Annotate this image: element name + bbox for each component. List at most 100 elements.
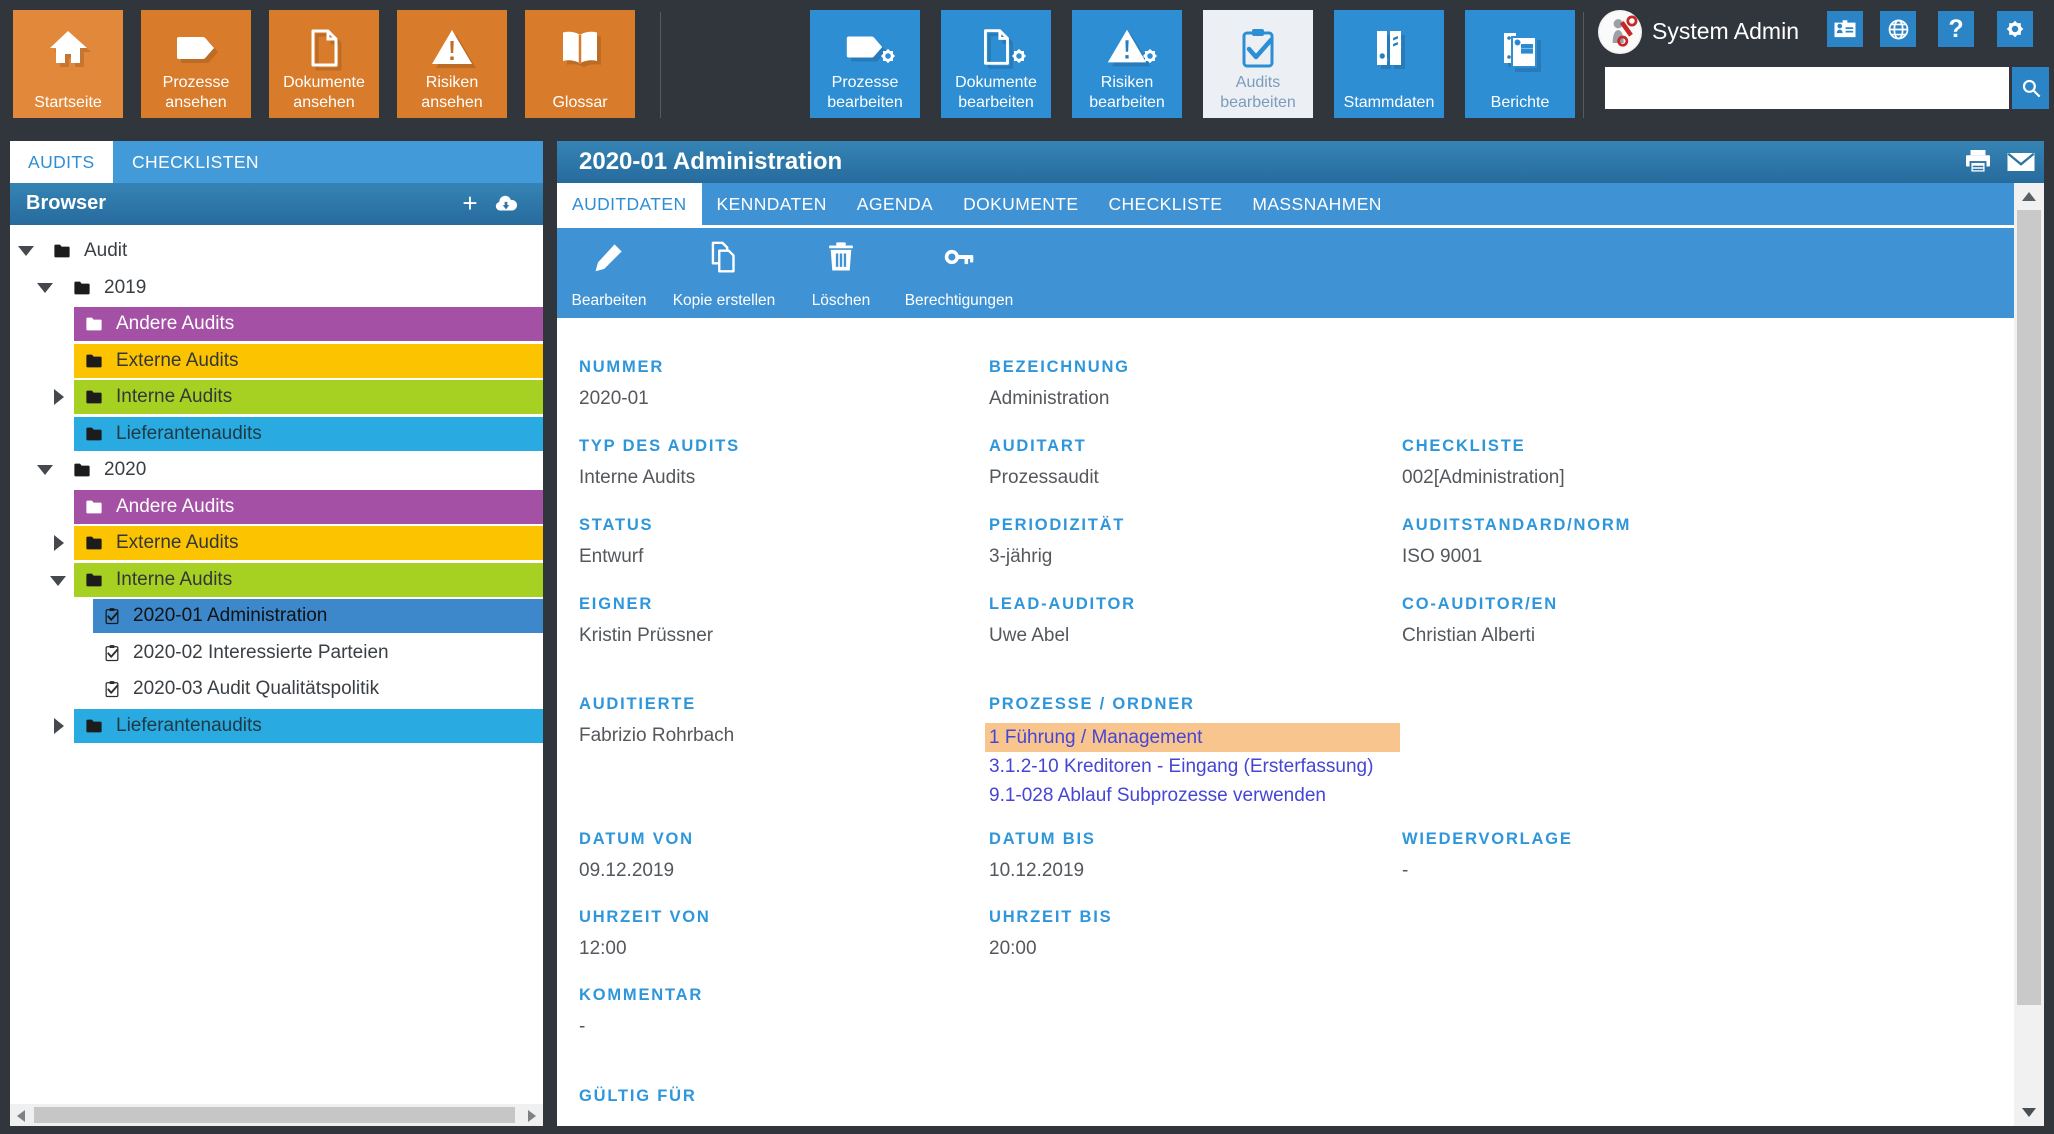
folder-icon xyxy=(51,241,73,261)
tree-item-audit-2020-01[interactable]: 2020-01 Administration xyxy=(10,599,543,633)
field-label: STATUS xyxy=(579,516,984,535)
nav-tile-startseite[interactable]: Startseite xyxy=(13,10,123,118)
nav-tile-dokumente-ansehen[interactable]: Dokumente ansehen xyxy=(269,10,379,118)
tab-kenndaten[interactable]: KENNDATEN xyxy=(702,183,842,225)
tree-item-lieferantenaudits-2019[interactable]: Lieferantenaudits xyxy=(10,417,543,451)
kopie-erstellen-button[interactable]: Kopie erstellen xyxy=(661,228,787,318)
tree-item-2020[interactable]: 2020 xyxy=(10,453,543,487)
tree-item-lieferantenaudits-2020[interactable]: Lieferantenaudits xyxy=(10,709,543,743)
field-nummer: NUMMER 2020-01 xyxy=(579,358,984,410)
mail-icon xyxy=(2003,144,2039,180)
folder-icon xyxy=(71,460,93,480)
field-label: KOMMENTAR xyxy=(579,986,984,1005)
tree-item-externe-audits-2019[interactable]: Externe Audits xyxy=(10,344,543,378)
user-name: System Admin xyxy=(1652,18,1799,45)
tab-auditdaten[interactable]: AUDITDATEN xyxy=(557,183,702,225)
tree-item-interne-audits-2019[interactable]: Interne Audits xyxy=(10,380,543,414)
sidebar-horizontal-scrollbar[interactable] xyxy=(10,1104,543,1126)
nav-tile-label: Stammdaten xyxy=(1336,93,1442,113)
nav-tile-berichte[interactable]: Berichte xyxy=(1465,10,1575,118)
collapse-caret-icon[interactable] xyxy=(18,246,34,256)
tab-checklisten[interactable]: CHECKLISTEN xyxy=(114,141,277,183)
expand-caret-icon[interactable] xyxy=(54,535,64,551)
nav-tile-label: Glossar xyxy=(527,93,633,113)
main-vertical-scrollbar[interactable] xyxy=(2014,183,2044,1126)
nav-tile-label: Prozesse bearbeiten xyxy=(812,73,918,113)
trash-icon xyxy=(822,238,860,276)
process-link[interactable]: 9.1-028 Ablauf Subprozesse verwenden xyxy=(989,785,1326,806)
search-input[interactable] xyxy=(1605,67,2009,109)
nav-tile-stammdaten[interactable]: Stammdaten xyxy=(1334,10,1444,118)
nav-tile-audits-bearbeiten[interactable]: Audits bearbeiten xyxy=(1203,10,1313,118)
language-button[interactable] xyxy=(1880,11,1916,47)
expand-caret-icon[interactable] xyxy=(54,389,64,405)
field-value: 3-jährig xyxy=(989,546,1394,568)
scrollbar-thumb[interactable] xyxy=(34,1107,515,1123)
nav-tile-prozesse-bearbeiten[interactable]: Prozesse bearbeiten xyxy=(810,10,920,118)
expand-caret-icon[interactable] xyxy=(54,718,64,734)
tab-label: KENNDATEN xyxy=(717,194,827,215)
loeschen-button[interactable]: Löschen xyxy=(789,228,893,318)
gear-icon xyxy=(1138,44,1162,68)
collapse-caret-icon[interactable] xyxy=(37,283,53,293)
topbar-divider xyxy=(660,12,661,118)
tree-item-2019[interactable]: 2019 xyxy=(10,271,543,305)
scroll-up-arrow-icon[interactable] xyxy=(2022,192,2036,201)
folder-icon xyxy=(83,716,105,736)
scrollbar-thumb[interactable] xyxy=(2017,210,2041,1005)
field-datum-bis: DATUM BIS 10.12.2019 xyxy=(989,830,1394,882)
folder-icon xyxy=(83,570,105,590)
tree-label: Lieferantenaudits xyxy=(116,423,262,445)
tab-checkliste[interactable]: CHECKLISTE xyxy=(1093,183,1237,225)
collapse-caret-icon[interactable] xyxy=(50,576,66,586)
field-label: CO-AUDITOR/EN xyxy=(1402,595,1807,614)
copy-icon xyxy=(705,238,743,276)
tab-agenda[interactable]: AGENDA xyxy=(842,183,948,225)
gear-icon xyxy=(2001,15,2029,43)
nav-tile-dokumente-bearbeiten[interactable]: Dokumente bearbeiten xyxy=(941,10,1051,118)
process-link[interactable]: 3.1.2-10 Kreditoren - Eingang (Ersterfas… xyxy=(989,756,1373,777)
scroll-right-arrow-icon[interactable] xyxy=(528,1110,536,1122)
add-button[interactable]: + xyxy=(455,188,485,218)
id-badge-button[interactable] xyxy=(1827,11,1863,47)
tree-item-audit-2020-02[interactable]: 2020-02 Interessierte Parteien xyxy=(10,636,543,670)
tab-massnahmen[interactable]: MASSNAHMEN xyxy=(1237,183,1396,225)
nav-tile-prozesse-ansehen[interactable]: Prozesse ansehen xyxy=(141,10,251,118)
audit-detail-form: NUMMER 2020-01 BEZEICHNUNG Administratio… xyxy=(557,318,2014,1126)
nav-tile-risiken-ansehen[interactable]: Risiken ansehen xyxy=(397,10,507,118)
page-title: 2020-01 Administration xyxy=(579,148,842,176)
field-uhrzeit-von: UHRZEIT VON 12:00 xyxy=(579,908,984,960)
search-button[interactable] xyxy=(2012,67,2049,109)
tree-label: 2020-03 Audit Qualitätspolitik xyxy=(133,678,379,700)
collapse-caret-icon[interactable] xyxy=(37,465,53,475)
id-badge-icon xyxy=(1831,15,1859,43)
scroll-down-arrow-icon[interactable] xyxy=(2022,1108,2036,1117)
tree-item-interne-audits-2020[interactable]: Interne Audits xyxy=(10,563,543,597)
tree-item-andere-audits-2019[interactable]: Andere Audits xyxy=(10,307,543,341)
berechtigungen-button[interactable]: Berechtigungen xyxy=(893,228,1025,318)
tree-label: Interne Audits xyxy=(116,386,232,408)
tree-item-audit-2020-03[interactable]: 2020-03 Audit Qualitätspolitik xyxy=(10,672,543,706)
tree-item-audit[interactable]: Audit xyxy=(10,234,543,268)
cloud-download-icon xyxy=(492,191,520,217)
folder-icon xyxy=(83,387,105,407)
help-button[interactable]: ? xyxy=(1938,11,1974,47)
tab-dokumente[interactable]: DOKUMENTE xyxy=(948,183,1093,225)
tree-item-andere-audits-2020[interactable]: Andere Audits xyxy=(10,490,543,524)
scroll-left-arrow-icon[interactable] xyxy=(17,1110,25,1122)
tab-audits[interactable]: AUDITS xyxy=(10,141,113,183)
report-folders-icon xyxy=(1496,24,1544,72)
nav-tile-glossar[interactable]: Glossar xyxy=(525,10,635,118)
nav-tile-risiken-bearbeiten[interactable]: Risiken bearbeiten xyxy=(1072,10,1182,118)
print-button[interactable] xyxy=(1960,144,1996,180)
folder-icon xyxy=(83,497,105,517)
process-link[interactable]: 1 Führung / Management xyxy=(989,727,1202,748)
tree-item-externe-audits-2020[interactable]: Externe Audits xyxy=(10,526,543,560)
bearbeiten-button[interactable]: Bearbeiten xyxy=(557,228,661,318)
cloud-download-button[interactable] xyxy=(492,191,520,217)
field-co-auditoren: CO-AUDITOR/EN Christian Alberti xyxy=(1402,595,1807,647)
settings-button[interactable] xyxy=(1997,11,2033,47)
mail-button[interactable] xyxy=(2003,144,2039,180)
avatar[interactable] xyxy=(1598,10,1642,54)
field-eigner: EIGNER Kristin Prüssner xyxy=(579,595,984,647)
